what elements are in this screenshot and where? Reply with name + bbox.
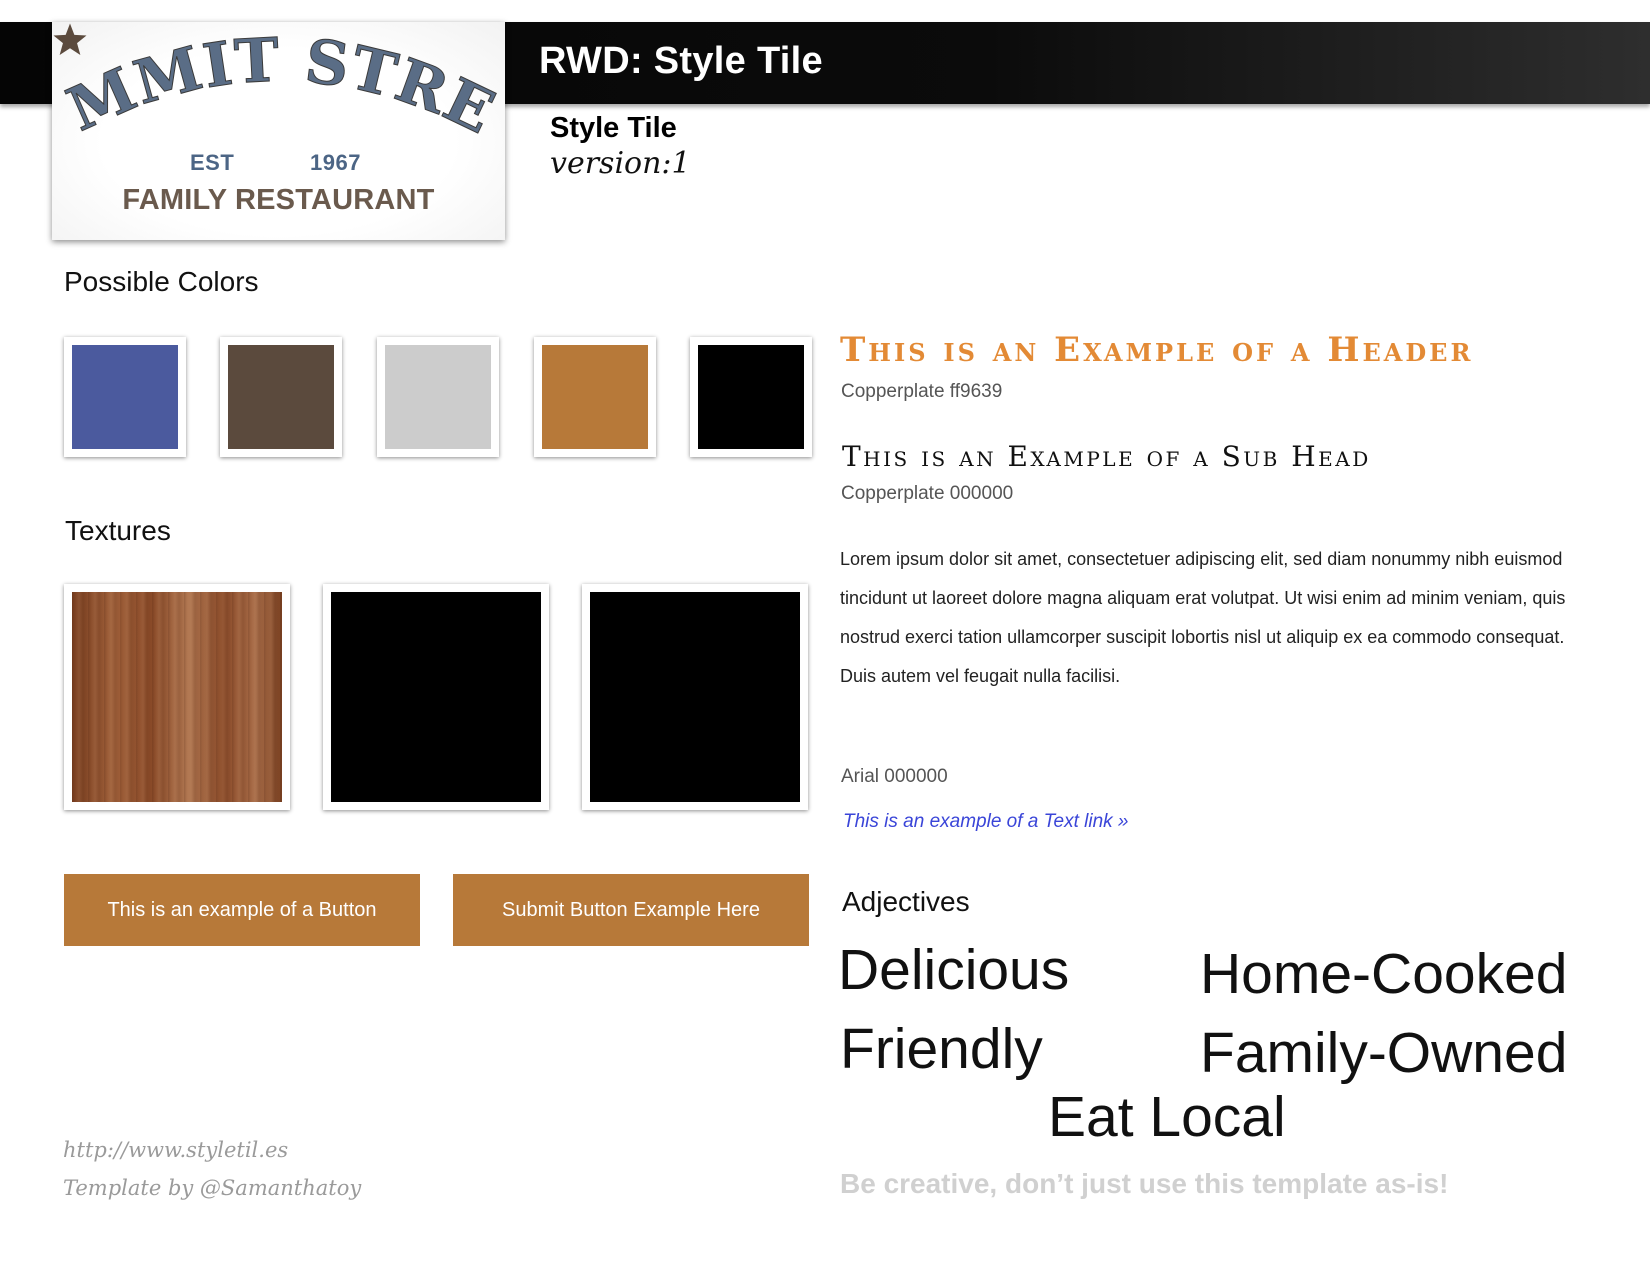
logo-subtitle: FAMILY RESTAURANT <box>122 184 435 216</box>
textures-heading: Textures <box>65 515 171 546</box>
logo-year: 1967 <box>310 150 361 175</box>
adjective-word: Family-Owned <box>1200 1021 1568 1085</box>
footer-credit: Template by @Samanthatoy <box>63 1176 362 1200</box>
page-title: RWD: Style Tile <box>539 40 823 82</box>
header-caption: Copperplate ff9639 <box>841 381 1003 402</box>
footer-url: http://www.styletil.es <box>63 1138 289 1162</box>
tagline: Be creative, don’t just use this templat… <box>840 1168 1449 1199</box>
texture-tile <box>323 584 549 810</box>
example-subhead: This is an Example of a Sub Head <box>842 440 1371 473</box>
color-swatch <box>377 337 499 457</box>
swatch-fill <box>542 345 648 449</box>
adjective-word: Friendly <box>840 1017 1043 1081</box>
example-header: This is an Example of a Header <box>840 330 1474 370</box>
adjective-word: Home-Cooked <box>1200 942 1568 1006</box>
swatch-fill <box>72 345 178 449</box>
color-swatch <box>64 337 186 457</box>
texture-tile <box>582 584 808 810</box>
text-link[interactable]: This is an example of a Text link » <box>843 811 1129 833</box>
subhead-caption: Copperplate 000000 <box>841 483 1014 504</box>
color-swatch <box>534 337 656 457</box>
body-caption: Arial 000000 <box>841 766 948 787</box>
submit-button[interactable]: Submit Button Example Here <box>453 874 809 946</box>
swatch-fill <box>228 345 334 449</box>
svg-text:SUMMIT STREET: SUMMIT STREET <box>52 22 505 148</box>
color-swatch <box>690 337 812 457</box>
example-button[interactable]: This is an example of a Button <box>64 874 420 946</box>
colors-heading: Possible Colors <box>64 266 259 297</box>
adjective-word: Delicious <box>838 938 1070 1002</box>
tile-name: Style Tile <box>550 112 677 144</box>
star-icon <box>53 23 87 55</box>
color-swatch <box>220 337 342 457</box>
swatch-fill <box>385 345 491 449</box>
texture-tile <box>64 584 290 810</box>
texture-fill <box>331 592 541 802</box>
body-text: Lorem ipsum dolor sit amet, consectetuer… <box>840 549 1566 686</box>
adjective-word: Eat Local <box>1048 1085 1286 1149</box>
swatch-fill <box>698 345 804 449</box>
texture-fill <box>72 592 282 802</box>
texture-fill <box>590 592 800 802</box>
adjectives-heading: Adjectives <box>842 886 970 917</box>
logo-est: EST <box>190 150 235 175</box>
logo: SUMMIT STREET EST 1967 FAMILY RESTAURANT <box>52 22 505 240</box>
tile-version: version:1 <box>550 146 691 181</box>
